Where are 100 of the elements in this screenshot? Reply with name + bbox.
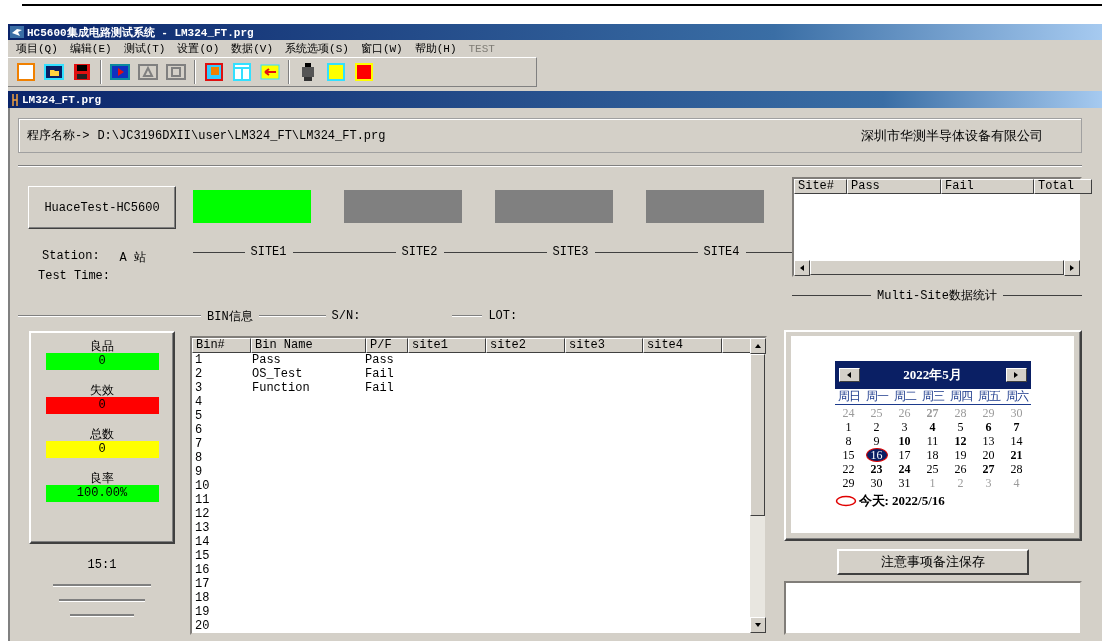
calendar-day[interactable]: 10 (893, 434, 916, 448)
table-cell-text: 16 (194, 563, 211, 577)
calendar-day[interactable]: 8 (840, 434, 857, 448)
notes-field[interactable] (784, 581, 1082, 635)
weekday-label: 周五 (976, 389, 1001, 404)
calendar-month: 2022年5月 (903, 366, 962, 384)
save-notes-button[interactable]: 注意事项备注保存 (837, 549, 1029, 575)
calendar-day[interactable]: 18 (921, 448, 944, 462)
arrow-left-icon[interactable] (260, 62, 280, 82)
framed-square-icon[interactable] (166, 62, 186, 82)
menu-item[interactable]: 项目(Q) (10, 41, 64, 56)
previous-month-button[interactable] (838, 368, 860, 382)
calendar-day[interactable]: 13 (977, 434, 1000, 448)
column-header[interactable]: Bin# (192, 338, 251, 353)
calendar-day[interactable]: 23 (865, 462, 888, 476)
table-cell-text: 14 (194, 535, 211, 549)
child-window-title: LM324_FT.prg (22, 93, 102, 106)
app-logo-icon (10, 26, 24, 38)
horizontal-scrollbar[interactable] (794, 260, 1080, 275)
column-header[interactable]: site1 (408, 338, 486, 353)
table-cell-text: Fail (364, 367, 395, 381)
calendar-day[interactable]: 27 (977, 462, 1000, 476)
counter-value: 100.00% (45, 485, 159, 502)
calendar-day[interactable]: 14 (1005, 434, 1028, 448)
calendar-day[interactable]: 19 (949, 448, 972, 462)
calendar-day[interactable]: 2 (868, 420, 885, 434)
column-header[interactable]: Site# (794, 179, 847, 194)
bin-info-caption: BIN信息 (207, 308, 253, 325)
calendar-day[interactable]: 25 (921, 462, 944, 476)
weekday-label: 周六 (1004, 389, 1029, 404)
calendar-day[interactable]: 6 (980, 420, 997, 434)
company-name: 深圳市华测半导体设备有限公司 (861, 127, 1043, 145)
counter-value: 0 (45, 353, 159, 370)
scroll-left-icon (798, 264, 806, 272)
menu-item[interactable]: 编辑(E) (63, 41, 118, 56)
ratio-text: 15:1 (87, 558, 117, 572)
counter-label: 失效 (90, 383, 114, 397)
save-icon[interactable] (72, 62, 92, 82)
calendar-day[interactable]: 21 (1005, 448, 1028, 462)
table-cell-text: 11 (194, 493, 211, 507)
program-label: 程序名称-> (27, 128, 90, 144)
site-label: SITE3 (552, 245, 589, 259)
table-cell-text: 9 (194, 465, 204, 479)
table-cell-text: 15 (194, 549, 211, 563)
column-header[interactable]: Bin Name (251, 338, 366, 353)
calendar-day[interactable]: 1 (840, 420, 857, 434)
calendar-day[interactable]: 4 (924, 420, 941, 434)
triangle-box-icon[interactable] (138, 62, 158, 82)
calendar-day[interactable]: 22 (837, 462, 860, 476)
scroll-down-icon (754, 621, 762, 629)
menu-item[interactable]: 数据(V) (225, 41, 280, 56)
column-header[interactable]: Total (1034, 179, 1092, 194)
test-time-label: Test Time: (37, 268, 111, 283)
calendar-day[interactable]: 29 (837, 476, 860, 490)
column-header[interactable]: site4 (643, 338, 722, 353)
column-header[interactable]: P/F (366, 338, 408, 353)
calendar-day[interactable]: 7 (1008, 420, 1025, 434)
table-cell-text: 6 (194, 423, 204, 437)
calendar-day[interactable]: 16 (865, 448, 888, 462)
menu-item[interactable]: 测试(T) (117, 41, 172, 56)
panel-icon[interactable] (204, 62, 224, 82)
menu-item[interactable]: 窗口(W) (354, 41, 409, 56)
calendar-day[interactable]: 30 (865, 476, 888, 490)
calendar-day[interactable]: 24 (893, 462, 916, 476)
column-header[interactable]: site2 (486, 338, 565, 353)
calendar-day[interactable]: 28 (1005, 462, 1028, 476)
calendar-day[interactable]: 3 (896, 420, 913, 434)
open-folder-icon[interactable] (44, 62, 64, 82)
new-file-icon[interactable] (16, 62, 36, 82)
menu-item[interactable]: 系统选项(S) (279, 41, 355, 56)
table-cell-text: 20 (194, 619, 211, 633)
weekday-label: 周一 (864, 389, 889, 404)
tester-button[interactable]: HuaceTest-HC5600 (28, 186, 176, 229)
window-title: HC5600集成电路测试系统 - LM324_FT.prg (27, 25, 254, 40)
calendar-day[interactable]: 15 (837, 448, 860, 462)
calendar-day[interactable]: 11 (921, 434, 944, 448)
calendar-day[interactable]: 5 (952, 420, 969, 434)
calendar-day[interactable]: 26 (949, 462, 972, 476)
calendar-day[interactable]: 31 (893, 476, 916, 490)
table-cell-text: 19 (194, 605, 211, 619)
next-month-button[interactable] (1005, 368, 1027, 382)
site-label: SITE2 (401, 245, 438, 259)
stop-icon[interactable] (354, 62, 374, 82)
column-header[interactable]: site3 (565, 338, 643, 353)
today-label[interactable]: 今天: 2022/5/16 (858, 492, 945, 510)
site-label: SITE4 (703, 245, 740, 259)
calendar-day[interactable]: 20 (977, 448, 1000, 462)
calendar-day[interactable]: 17 (893, 448, 916, 462)
menu-item[interactable]: 设置(O) (171, 41, 226, 56)
table-cell-text: 1 (194, 353, 204, 367)
vertical-scrollbar[interactable] (750, 338, 765, 633)
column-header[interactable]: Fail (941, 179, 1034, 194)
calendar-day[interactable]: 12 (949, 434, 972, 448)
play-icon[interactable] (110, 62, 130, 82)
column-header[interactable]: Pass (847, 179, 941, 194)
weekday-label: 周日 (836, 389, 861, 404)
menu-item[interactable]: 帮助(H) (408, 41, 463, 56)
weekday-label: 周三 (920, 389, 945, 404)
calendar-day[interactable]: 9 (868, 434, 885, 448)
table-cell-text: Pass (251, 353, 282, 367)
